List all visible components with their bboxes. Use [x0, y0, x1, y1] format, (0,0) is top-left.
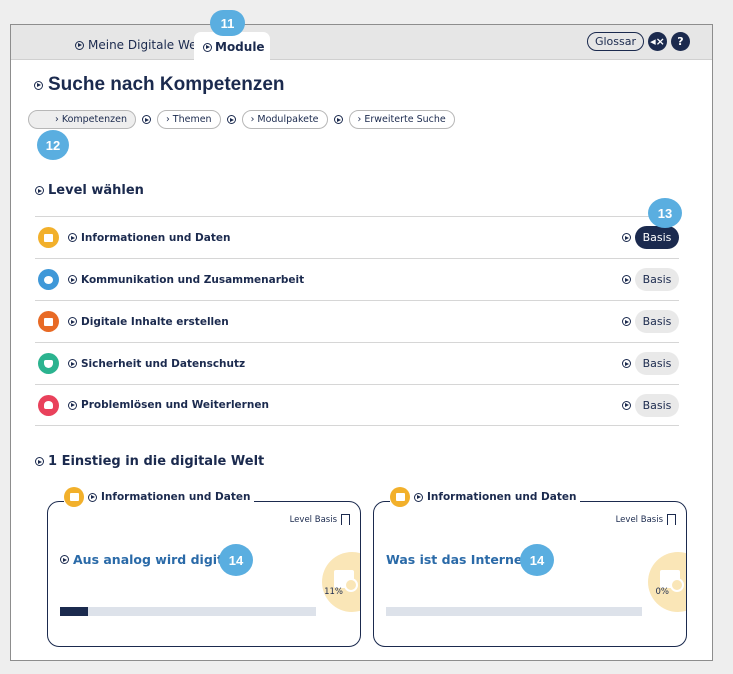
- play-icon[interactable]: [35, 186, 44, 195]
- level-basis-button[interactable]: Basis: [635, 268, 679, 291]
- play-icon[interactable]: [226, 115, 236, 124]
- play-icon[interactable]: [35, 457, 44, 466]
- play-icon[interactable]: [622, 275, 631, 284]
- row-label: Problemlösen und Weiterlernen: [81, 399, 269, 411]
- play-icon[interactable]: [68, 233, 77, 242]
- folder-info-icon: [38, 227, 59, 248]
- level-row-sicherheit: Sicherheit und Datenschutz Basis: [35, 342, 679, 384]
- filter-label: › Themen: [165, 114, 212, 125]
- play-icon[interactable]: [414, 492, 423, 502]
- card-category-text: Informationen und Daten: [101, 491, 251, 503]
- help-icon[interactable]: ?: [671, 32, 690, 51]
- filter-modulpakete[interactable]: › Modulpakete: [241, 110, 328, 129]
- level-row-informationen: Informationen und Daten Basis: [35, 216, 679, 258]
- level-basis-button[interactable]: Basis: [635, 226, 679, 249]
- tab-meine-digitale-welt[interactable]: Meine Digitale Welt: [75, 38, 205, 52]
- progress-fill: [60, 607, 89, 616]
- play-icon[interactable]: [622, 233, 631, 242]
- top-nav-bar: Meine Digitale Welt Module Glossar ◂× ?: [11, 25, 712, 61]
- play-icon[interactable]: [34, 80, 43, 90]
- play-icon[interactable]: [88, 492, 97, 502]
- progress-percent: 11%: [324, 587, 343, 597]
- bookmark-icon[interactable]: [667, 514, 676, 526]
- progress-percent: 0%: [655, 587, 670, 597]
- level-badge: Level Basis: [615, 514, 676, 526]
- module-title-text: Was ist das Internet?: [386, 552, 536, 567]
- level-row-kommunikation: Kommunikation und Zusammenarbeit Basis: [35, 258, 679, 300]
- level-row-inhalte: Digitale Inhalte erstellen Basis: [35, 300, 679, 342]
- filter-label: › Modulpakete: [250, 114, 319, 125]
- level-heading: Level wählen: [35, 183, 144, 198]
- chat-bubbles-icon: [38, 269, 59, 290]
- folder-info-icon: [390, 487, 410, 507]
- shield-check-icon: [38, 353, 59, 374]
- glossar-button[interactable]: Glossar: [587, 32, 644, 51]
- row-label: Kommunikation und Zusammenarbeit: [81, 273, 305, 286]
- modules-heading: 1 Einstieg in die digitale Welt: [35, 454, 264, 469]
- module-title[interactable]: Aus analog wird digital: [60, 552, 236, 567]
- play-icon[interactable]: [68, 275, 77, 284]
- play-icon[interactable]: [68, 400, 77, 410]
- progress-bar: [386, 607, 642, 616]
- module-title[interactable]: Was ist das Internet?: [386, 552, 536, 567]
- page-title-text: Suche nach Kompetenzen: [48, 74, 285, 95]
- lightbulb-icon: [38, 394, 59, 416]
- tab-label: Module: [215, 40, 265, 54]
- play-icon[interactable]: [60, 555, 69, 564]
- folder-info-icon: [322, 552, 360, 612]
- page-title: Suche nach Kompetenzen: [34, 74, 285, 96]
- row-label: Digitale Inhalte erstellen: [81, 315, 229, 328]
- folder-info-icon: [648, 552, 686, 612]
- step-marker-13: 13: [648, 198, 682, 228]
- level-row-problemloesen: Problemlösen und Weiterlernen Basis: [35, 384, 679, 426]
- play-icon[interactable]: [68, 359, 77, 368]
- level-basis-button[interactable]: Basis: [635, 352, 679, 375]
- step-marker-14: 14: [219, 544, 253, 576]
- filter-label: › Kompetenzen: [55, 114, 127, 125]
- filter-label: › Erweiterte Suche: [357, 114, 446, 125]
- play-icon[interactable]: [622, 400, 631, 410]
- play-icon[interactable]: [622, 359, 631, 368]
- play-icon[interactable]: [333, 115, 343, 124]
- level-badge: Level Basis: [289, 514, 350, 526]
- filter-erweiterte-suche[interactable]: › Erweiterte Suche: [348, 110, 455, 129]
- play-icon[interactable]: [622, 317, 631, 326]
- card-category: Informationen und Daten: [64, 487, 255, 507]
- speaker-mute-icon[interactable]: ◂×: [648, 32, 667, 51]
- module-card[interactable]: Level Basis Aus analog wird digital 11%: [47, 501, 361, 647]
- level-basis-button[interactable]: Basis: [635, 393, 679, 417]
- step-marker-12: 12: [37, 130, 69, 160]
- bookmark-icon[interactable]: [341, 514, 350, 526]
- row-label: Informationen und Daten: [81, 231, 231, 244]
- step-marker-14: 14: [520, 544, 554, 576]
- folder-info-icon: [64, 487, 84, 507]
- play-icon[interactable]: [68, 317, 77, 326]
- play-icon[interactable]: [141, 115, 151, 124]
- filter-themen[interactable]: › Themen: [156, 110, 221, 129]
- play-icon[interactable]: [75, 40, 84, 50]
- tab-module[interactable]: Module: [194, 32, 270, 61]
- step-marker-11: 11: [210, 10, 245, 36]
- row-label: Sicherheit und Datenschutz: [81, 357, 246, 370]
- card-category: Informationen und Daten: [390, 487, 581, 507]
- module-title-text: Aus analog wird digital: [73, 552, 236, 567]
- edit-document-icon: [38, 311, 59, 332]
- filter-tabs: › Kompetenzen › Themen › Modulpakete › E…: [28, 110, 455, 129]
- level-heading-text: Level wählen: [48, 183, 144, 198]
- level-text: Level Basis: [289, 514, 337, 525]
- filter-kompetenzen[interactable]: › Kompetenzen: [28, 110, 136, 129]
- tab-label: Meine Digitale Welt: [88, 38, 205, 52]
- modules-heading-text: 1 Einstieg in die digitale Welt: [48, 454, 265, 469]
- level-text: Level Basis: [615, 514, 663, 525]
- level-basis-button[interactable]: Basis: [635, 310, 679, 333]
- progress-bar: [60, 607, 316, 616]
- play-icon[interactable]: [203, 42, 212, 52]
- card-category-text: Informationen und Daten: [427, 491, 577, 503]
